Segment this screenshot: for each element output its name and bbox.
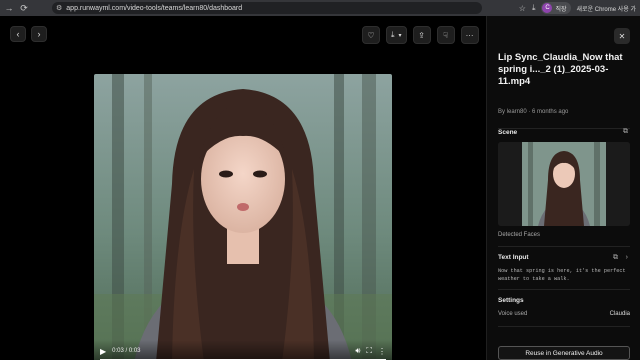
heart-icon: ♡ <box>367 30 375 40</box>
close-icon: ✕ <box>618 31 626 41</box>
scene-thumbnail[interactable] <box>498 142 630 226</box>
details-panel: ✕ Lip Sync_Claudia_Now that spring i..._… <box>486 16 640 360</box>
scene-label: Scene <box>498 129 518 136</box>
fullscreen-icon[interactable]: ⛶ <box>366 346 372 356</box>
divider <box>498 326 630 327</box>
divider <box>498 128 630 129</box>
chevron-right-icon[interactable]: › <box>626 254 628 261</box>
thumbnail-image <box>498 142 630 226</box>
media-viewer: ‹ › ♡ ⤓ ▾ ⇪ ☟ ··· ▶ 0:03 / 0:03 🔊︎ ⛶ ⋮ <box>0 16 486 360</box>
address-bar[interactable]: ⚙ app.runwayml.com/video-tools/teams/lea… <box>52 2 482 14</box>
copy-icon[interactable]: ⧉ <box>623 128 628 136</box>
chevron-down-icon: ▾ <box>398 32 402 39</box>
voice-used-label: Voice used <box>498 311 528 317</box>
asset-title: Lip Sync_Claudia_Now that spring i..._2 … <box>498 52 623 87</box>
divider <box>498 246 630 247</box>
previous-button[interactable]: ‹ <box>10 26 26 42</box>
chevron-left-icon: ‹ <box>16 29 20 39</box>
share-button[interactable]: ⇪ <box>412 26 431 44</box>
voice-used-value: Claudia <box>609 311 630 317</box>
browser-reload-icon[interactable]: ⟳ <box>18 2 30 14</box>
media-toolbar: ♡ ⤓ ▾ ⇪ ☟ ··· <box>362 26 479 44</box>
text-input-value: Now that spring is here, it's the perfec… <box>498 268 626 282</box>
url-text: app.runwayml.com/video-tools/teams/learn… <box>66 4 243 12</box>
reuse-generative-audio-button[interactable]: Reuse in Generative Audio <box>498 346 630 360</box>
profile-name: 직장 <box>555 6 567 13</box>
text-input-label: Text Input <box>498 254 529 261</box>
favorite-button[interactable]: ♡ <box>362 26 380 44</box>
download-icon: ⤓ <box>391 30 395 39</box>
close-button[interactable]: ✕ <box>614 28 630 44</box>
volume-icon[interactable]: 🔊︎ <box>355 346 360 356</box>
player-controls: ▶ 0:03 / 0:03 🔊︎ ⛶ ⋮ <box>94 340 392 360</box>
video-frame <box>94 74 392 360</box>
settings-label: Settings <box>498 297 524 304</box>
more-icon: ··· <box>465 30 474 40</box>
copy-icon[interactable]: ⧉ <box>613 254 618 262</box>
more-vertical-icon[interactable]: ⋮ <box>378 347 386 356</box>
site-info-icon[interactable]: ⚙ <box>56 4 62 12</box>
avatar: C <box>542 3 553 13</box>
bookmark-star-icon[interactable]: ☆ <box>519 4 526 13</box>
thumbs-down-icon: ☟ <box>443 30 448 40</box>
download-button[interactable]: ⤓ ▾ <box>386 26 407 44</box>
asset-meta: By learn80 · 6 months ago <box>498 109 569 115</box>
profile-chip[interactable]: C 직장 <box>541 2 571 14</box>
divider <box>498 289 630 290</box>
chrome-update-button[interactable]: 새로운 Chrome 사용 가 <box>577 4 636 13</box>
detected-faces-label: Detected Faces <box>498 232 541 238</box>
video-player[interactable]: ▶ 0:03 / 0:03 🔊︎ ⛶ ⋮ <box>94 74 392 360</box>
share-icon: ⇪ <box>418 30 425 40</box>
play-button[interactable]: ▶ <box>100 347 106 356</box>
next-button[interactable]: › <box>31 26 47 42</box>
browser-forward-icon[interactable]: → <box>3 2 15 14</box>
chevron-right-icon: › <box>37 29 41 39</box>
downloads-icon[interactable]: ⤓ <box>532 3 536 13</box>
more-button[interactable]: ··· <box>460 26 479 44</box>
dislike-button[interactable]: ☟ <box>436 26 455 44</box>
browser-toolbar: → ⟳ ⚙ app.runwayml.com/video-tools/teams… <box>0 0 640 16</box>
time-display: 0:03 / 0:03 <box>112 348 141 354</box>
